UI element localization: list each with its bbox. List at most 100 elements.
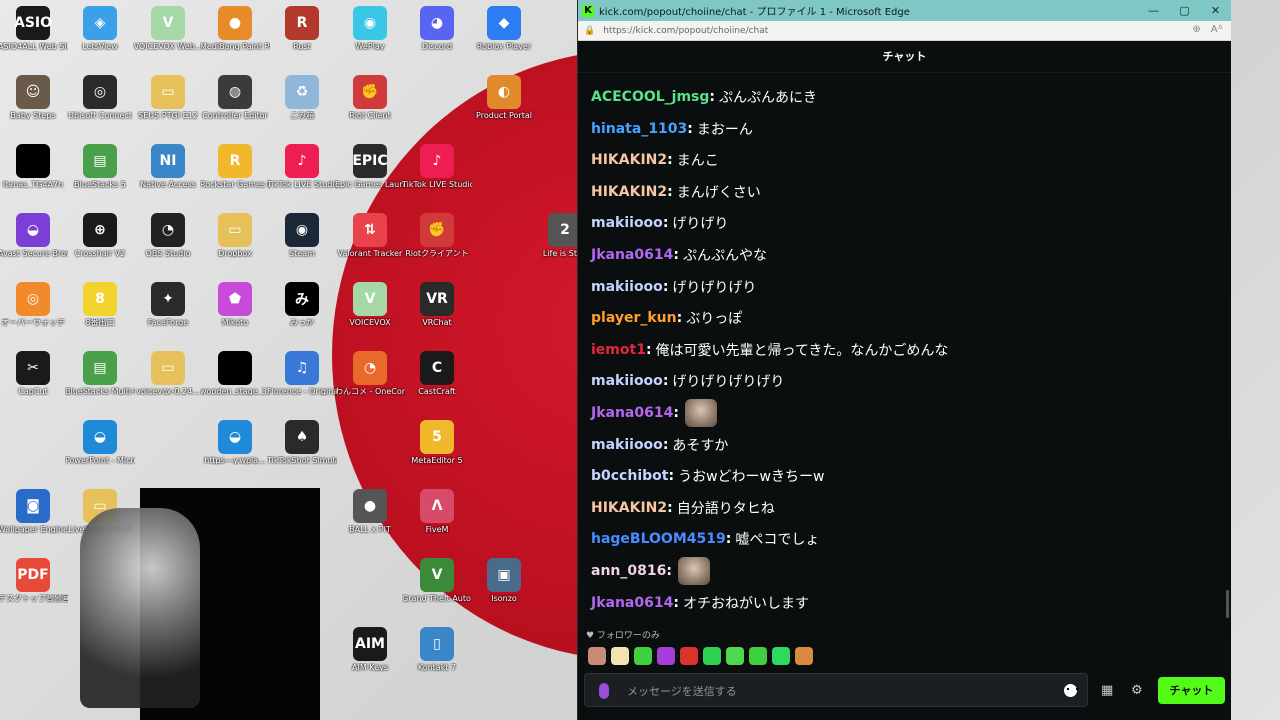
emote-button[interactable] <box>680 647 698 665</box>
chat-input[interactable]: メッセージを送信する <box>627 683 737 699</box>
chat-username[interactable]: Jkana0614 <box>591 405 673 421</box>
desktop-shortcut[interactable]: VR VRChat <box>402 282 472 327</box>
desktop-shortcut[interactable]: 5 MetaEditor 5 <box>402 420 472 465</box>
desktop-shortcut[interactable]: ◍ Controller Editor <box>200 75 270 120</box>
desktop-shortcut[interactable]: 8 8番出口 <box>65 282 135 327</box>
chat-username[interactable]: HIKAKIN2 <box>591 184 667 200</box>
chat-username[interactable]: iemot1 <box>591 342 646 358</box>
emote-button[interactable] <box>772 647 790 665</box>
desktop-shortcut[interactable]: AIM AIM Keys <box>335 627 405 672</box>
emote-button[interactable] <box>588 647 606 665</box>
emote-button[interactable] <box>703 647 721 665</box>
desktop-shortcut[interactable]: ◉ Steam <box>267 213 337 258</box>
desktop-shortcut[interactable]: ◙ Wallpaper Engine <box>0 489 68 534</box>
emote-button[interactable] <box>795 647 813 665</box>
chat-username[interactable]: ann_0816 <box>591 563 666 579</box>
chat-scrollbar[interactable] <box>1226 590 1229 618</box>
chat-username[interactable]: Jkana0614 <box>591 247 673 263</box>
chat-username[interactable]: hageBLOOM4519 <box>591 531 726 547</box>
chat-username[interactable]: makiiooo <box>591 373 663 389</box>
desktop-shortcut[interactable]: ● MediBang Paint Pro <box>200 6 270 51</box>
send-chat-button[interactable]: チャット <box>1158 677 1225 704</box>
emote-button[interactable] <box>657 647 675 665</box>
desktop-shortcut[interactable]: V VOICEVOX Web... <box>133 6 203 51</box>
emote-button[interactable] <box>634 647 652 665</box>
lock-icon[interactable]: 🔒 <box>584 26 595 36</box>
desktop-shortcut[interactable]: ◈ LetsView <box>65 6 135 51</box>
desktop-shortcut[interactable]: ▯ Kontakt 7 <box>402 627 472 672</box>
chat-username[interactable]: Jkana0614 <box>591 595 673 611</box>
desktop-shortcut[interactable]: ◒ https---y.wpla... <box>200 420 270 465</box>
desktop-shortcut[interactable]: ◔ OBS Studio <box>133 213 203 258</box>
desktop-shortcut[interactable]: NI Native Access <box>133 144 203 189</box>
desktop-shortcut[interactable]: ◕ Discord <box>402 6 472 51</box>
desktop-shortcut[interactable]: ♻ ごみ箱 <box>267 75 337 120</box>
zoom-icon[interactable]: ⊕ <box>1192 24 1200 35</box>
desktop-shortcut[interactable]: ♠ TikTokShot Simulator <box>267 420 337 465</box>
desktop-shortcut[interactable]: ◎ Ubisoft Connect <box>65 75 135 120</box>
chat-username[interactable]: HIKAKIN2 <box>591 152 667 168</box>
desktop-shortcut[interactable]: ▤ BlueStacks 5 <box>65 144 135 189</box>
desktop-shortcut[interactable]: ◎ オーバーウォッチ <box>0 282 68 327</box>
desktop-shortcut[interactable]: ▭ SEUS PTGI E12 <box>133 75 203 120</box>
desktop-shortcut[interactable]: PDF デスクトップ背景画像... <box>0 558 68 603</box>
desktop-shortcut[interactable]: ⬟ Mikoto <box>200 282 270 327</box>
chat-username[interactable]: makiiooo <box>591 215 663 231</box>
desktop-shortcut[interactable]: ▭ voicevox-0.24... <box>133 351 203 396</box>
address-url[interactable]: https://kick.com/popout/choiine/chat <box>603 26 768 36</box>
desktop-shortcut[interactable]: ◔ わんコメ - OneComme <box>335 351 405 396</box>
desktop-shortcut[interactable]: Itanas_TG4A7n <box>0 144 68 189</box>
close-button[interactable]: ✕ <box>1200 0 1231 21</box>
desktop-shortcut[interactable]: EPIC Epic Games Launcher <box>335 144 405 189</box>
chat-username[interactable]: b0cchibot <box>591 468 668 484</box>
desktop-shortcut[interactable]: V VOICEVOX <box>335 282 405 327</box>
desktop-shortcut[interactable]: ● BALL x PIT <box>335 489 405 534</box>
chat-username[interactable]: makiiooo <box>591 279 663 295</box>
desktop-shortcut[interactable]: ASIO ASIO4ALL Web Site <box>0 6 68 51</box>
microphone-icon[interactable] <box>599 683 609 699</box>
desktop-shortcut[interactable]: ◉ WePlay <box>335 6 405 51</box>
address-bar[interactable]: 🔒 https://kick.com/popout/choiine/chat ⊕… <box>578 21 1231 41</box>
minimize-button[interactable]: — <box>1138 0 1169 21</box>
chat-username[interactable]: HIKAKIN2 <box>591 500 667 516</box>
desktop-shortcut[interactable]: ▭ Dropbox <box>200 213 270 258</box>
desktop-shortcut[interactable]: ♪ TikTok LIVE Studio <box>267 144 337 189</box>
desktop-shortcut[interactable]: V Grand Theft Auto V <box>402 558 472 603</box>
emote-button[interactable] <box>726 647 744 665</box>
desktop-shortcut[interactable]: ♪ TikTok LIVE Studio <box>402 144 472 189</box>
maximize-button[interactable]: ▢ <box>1169 0 1200 21</box>
desktop-shortcut[interactable]: ✂ CapCut <box>0 351 68 396</box>
desktop-shortcut[interactable]: ◒ Avast Secure Browser <box>0 213 68 258</box>
chat-input-box[interactable]: メッセージを送信する <box>584 673 1088 707</box>
desktop-shortcut[interactable]: Λ FiveM <box>402 489 472 534</box>
chat-username[interactable]: hinata_1103 <box>591 121 687 137</box>
app-icon: ◕ <box>420 6 454 40</box>
desktop-shortcut[interactable]: ♫ Florence - Original S... <box>267 351 337 396</box>
desktop-shortcut[interactable]: ✊ Riot Client <box>335 75 405 120</box>
desktop-shortcut[interactable]: ▣ Isonzo <box>469 558 539 603</box>
desktop-shortcut[interactable]: ⇅ Valorant Tracker <box>335 213 405 258</box>
desktop-shortcut[interactable]: R Rust <box>267 6 337 51</box>
desktop-shortcut[interactable]: ⊕ Crosshair V2 <box>65 213 135 258</box>
desktop-shortcut[interactable]: R Rockstar Games Launcher <box>200 144 270 189</box>
emoji-picker-icon[interactable] <box>1064 684 1078 697</box>
desktop-shortcut[interactable]: ☺ Baby Steps <box>0 75 68 120</box>
gear-icon[interactable]: ⚙ <box>1131 683 1143 698</box>
chat-username[interactable]: player_kun <box>591 310 677 326</box>
store-icon[interactable]: ▦ <box>1101 683 1113 698</box>
desktop-shortcut[interactable]: ✦ FaceForge <box>133 282 203 327</box>
desktop-shortcut[interactable]: ◆ Roblox Player <box>469 6 539 51</box>
emote-button[interactable] <box>611 647 629 665</box>
desktop-shortcut[interactable]: C CastCraft <box>402 351 472 396</box>
emote-button[interactable] <box>749 647 767 665</box>
desktop-shortcut[interactable]: みみっか <box>267 282 337 327</box>
desktop-shortcut[interactable]: ▤ BlueStacks Multi-Instance <box>65 351 135 396</box>
chat-username[interactable]: ACECOOL_jmsg <box>591 89 709 105</box>
desktop-shortcut[interactable]: wooden_stage_3... <box>200 351 270 396</box>
desktop-shortcut[interactable]: ◐ Product Portal <box>469 75 539 120</box>
title-bar[interactable]: K kick.com/popout/choiine/chat - プロファイル … <box>578 0 1231 21</box>
chat-username[interactable]: makiiooo <box>591 437 663 453</box>
desktop-shortcut[interactable]: ◒ PowerPoint - Microsoft 365 <box>65 420 135 465</box>
desktop-shortcut[interactable]: ✊ Riotクライアント <box>402 213 472 258</box>
read-aloud-icon[interactable]: Aᐞ <box>1211 24 1223 35</box>
